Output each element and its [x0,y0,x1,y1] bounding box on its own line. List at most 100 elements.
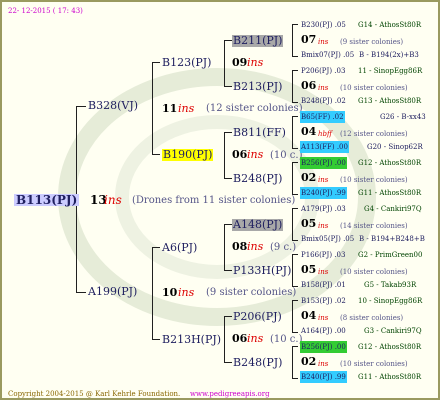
g4-b1-line3[interactable]: A113(FF) .00 [300,141,349,153]
g1-bottom-queen[interactable]: A199(PJ) [88,286,137,298]
g4-b2-note: (10 sister colonies) [340,176,408,184]
connector [224,132,225,178]
g4-c2-line3[interactable]: B158(PJ) .01 [301,279,346,291]
connector [224,40,232,41]
g4-d1-line1[interactable]: B153(PJ) .02 [301,295,346,307]
connector [152,62,160,63]
g4-c2-note: (10 sister colonies) [340,268,408,276]
connector [152,154,160,155]
connector [292,378,298,379]
connector [292,148,298,149]
g4-b1-year: 04 [301,125,317,138]
site-link[interactable]: www.pedigreeapis.org [190,388,270,400]
g4-c2-line3-origin: G5 - Takab93R [364,281,417,289]
g4-b1-line1-origin: G26 - B-xx43 [380,113,426,121]
connector [292,208,293,240]
g4-c2-ins: ins [318,268,329,276]
g4-a1-line3[interactable]: Bmix07(PJ) .05 [301,49,354,61]
connector [152,339,160,340]
g4-b2-line1-origin: G12 - AthosSt80R [358,159,422,167]
g4-c1-line1[interactable]: A179(PJ) .03 [301,203,346,215]
g2-d-year: 06 [232,332,248,345]
g4-d2-line1[interactable]: B256(PJ) .00 [300,341,347,353]
g4-b1-note: (12 sister colonies) [340,130,408,138]
g4-a2-line3-origin: G13 - AthosSt80R [358,97,422,105]
connector [292,116,298,117]
g4-c1-ins: ins [318,222,329,230]
g4-d1-ins: ins [318,314,329,322]
connector [224,270,232,271]
connector [292,346,298,347]
g3-d2-queen[interactable]: B248(PJ) [233,357,282,369]
g4-d2-line3-origin: G11 - AthosSt80R [358,373,422,381]
g2-c-queen[interactable]: A6(PJ) [162,242,197,254]
g4-a2-ins: ins [318,84,329,92]
g4-d2-year: 02 [301,355,317,368]
root-queen[interactable]: B113(PJ) [14,194,80,206]
g4-b1-line1[interactable]: B65(FF) .02 [300,111,345,123]
connector [292,24,298,25]
g4-b2-line3[interactable]: B240(PJ) .99 [300,187,347,199]
date-stamp: 22- 12-2015 ( 17: 43) [8,7,83,15]
g3-a2-queen[interactable]: B213(PJ) [233,81,282,93]
g3-d1-queen[interactable]: P206(PJ) [233,311,282,323]
connector [292,24,293,56]
g2-d-queen[interactable]: B213H(PJ) [162,334,221,346]
connector [152,62,153,154]
g4-d2-line3[interactable]: B240(PJ) .99 [300,371,347,383]
g4-a2-line1[interactable]: P206(PJ) .03 [301,65,345,77]
g4-d1-line1-origin: 10 - SinopEgg86R [358,297,423,305]
pedigree-frame: 22- 12-2015 ( 17: 43) B113(PJ) 13 ins (D… [0,0,440,400]
connector [292,70,293,102]
connector [292,162,293,194]
g2-a-queen[interactable]: B123(PJ) [162,57,211,69]
g1-bottom-year: 10 [162,286,178,299]
g4-d1-line3[interactable]: A164(PJ) .00 [301,325,346,337]
g3-c2-queen[interactable]: P133H(PJ) [233,265,291,277]
connector [292,332,298,333]
g4-a1-line1-origin: G14 - AthosSt80R [358,21,422,29]
g4-b1-ins: hbff [318,130,332,138]
connector [292,300,293,332]
g2-c-year: 08 [232,240,248,253]
g4-a1-line1[interactable]: B230(PJ) .05 [301,19,346,31]
root-ins: ins [104,193,122,207]
connector [224,362,232,363]
g4-a2-year: 06 [301,79,317,92]
g4-a2-note: (10 sister colonies) [340,84,408,92]
connector [76,292,86,293]
g1-top-queen[interactable]: B328(VJ) [88,100,138,112]
g2-a-ins: ins [247,56,264,69]
g4-a2-line3[interactable]: B248(PJ) .02 [301,95,346,107]
g4-c1-note: (14 sister colonies) [340,222,408,230]
connector [224,316,232,317]
g3-c1-queen[interactable]: A148(PJ) [232,219,284,231]
g3-b2-queen[interactable]: B248(PJ) [233,173,282,185]
connector [224,40,225,86]
g2-b-note: (10 c.) [270,150,303,161]
g4-a2-line1-origin: 11 - SinopEgg86R [358,67,423,75]
g4-d1-line3-origin: G3 - Cankiri97Q [364,327,422,335]
g3-b1-queen[interactable]: B811(FF) [233,127,286,139]
connector [292,240,298,241]
connector [224,132,232,133]
connector [292,56,298,57]
g2-a-year: 09 [232,56,248,69]
g4-d2-ins: ins [318,360,329,368]
g4-a1-year: 07 [301,33,317,46]
g3-a1-queen[interactable]: B211(PJ) [232,35,284,47]
g2-b-year: 06 [232,148,248,161]
g4-b2-line1[interactable]: B256(PJ) .00 [300,157,347,169]
connector [224,316,225,362]
g4-d1-note: (8 sister colonies) [340,314,404,322]
g4-c2-line1[interactable]: P166(PJ) .03 [301,249,345,261]
root-note: (Drones from 11 sister colonies) [132,195,296,206]
connector [292,254,298,255]
g2-b-queen[interactable]: B190(PJ) [162,149,214,161]
g2-c-ins: ins [247,240,264,253]
connector [292,300,298,301]
g4-c1-line3[interactable]: Bmix05(PJ) .05 [301,233,354,245]
connector [224,224,225,270]
g4-c2-year: 05 [301,263,317,276]
g4-c1-line1-origin: G4 - Cankiri97Q [364,205,422,213]
